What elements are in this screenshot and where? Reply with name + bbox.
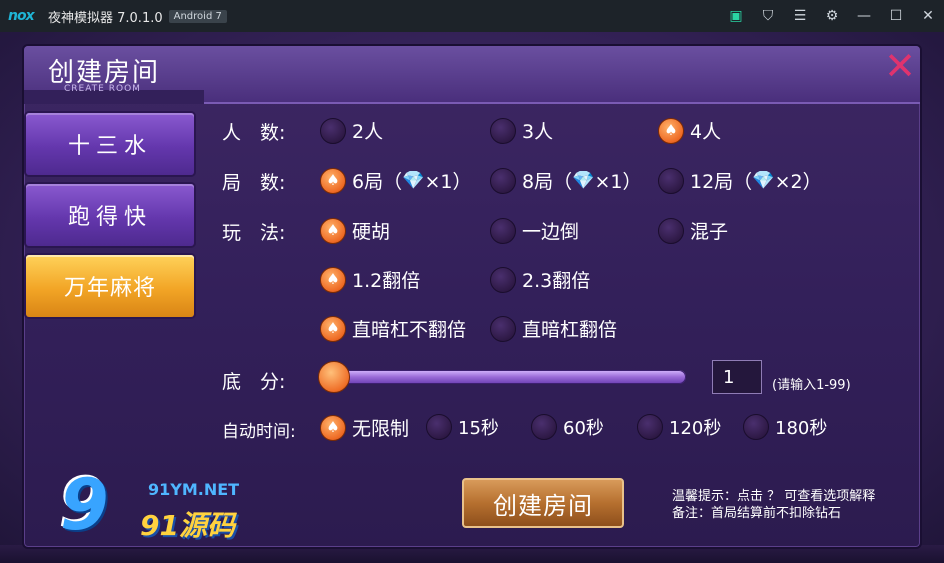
diamond-icon: 💎	[752, 170, 775, 191]
radio-selected-icon	[320, 414, 346, 441]
score-hint: (请输入1-99)	[772, 378, 851, 393]
score-slider-knob[interactable]	[318, 361, 350, 393]
shop-icon[interactable]: ▣	[720, 0, 752, 32]
shirt-icon[interactable]: ⛉	[752, 0, 784, 32]
radio-selected-icon	[320, 315, 346, 342]
rounds-option-12[interactable]: 12局（ 💎 ×2）	[658, 167, 822, 194]
radio-icon	[637, 414, 663, 440]
radio-icon	[320, 117, 346, 144]
maximize-icon[interactable]: ☐	[880, 0, 912, 32]
rounds-label: 局 数:	[222, 172, 286, 194]
window-title: 夜神模拟器 7.0.1.0	[48, 10, 163, 26]
rules-label: 玩 法:	[222, 222, 286, 244]
players-option-4[interactable]: 4人	[658, 117, 721, 144]
emulator-titlebar: nox 夜神模拟器 7.0.1.0 Android 7 ▣ ⛉ ☰ ⚙ — ☐ …	[0, 0, 944, 32]
create-room-button[interactable]: 创建房间	[462, 478, 624, 528]
autotime-option-60[interactable]: 60秒	[531, 414, 604, 440]
rules-option-yibiandao[interactable]: 一边倒	[490, 217, 579, 244]
players-option-2[interactable]: 2人	[320, 117, 383, 144]
rules-option-hunzi[interactable]: 混子	[658, 217, 728, 244]
radio-selected-icon	[658, 117, 684, 144]
radio-icon	[658, 217, 684, 244]
gear-icon[interactable]: ⚙	[816, 0, 848, 32]
radio-icon	[531, 414, 557, 440]
diamond-icon: 💎	[572, 170, 595, 191]
players-label: 人 数:	[222, 122, 286, 144]
autotime-option-15[interactable]: 15秒	[426, 414, 499, 440]
minimize-icon[interactable]: —	[848, 0, 880, 32]
radio-selected-icon	[320, 217, 346, 244]
score-input[interactable]: 1	[712, 360, 762, 394]
autotime-option-120[interactable]: 120秒	[637, 414, 721, 440]
radio-icon	[658, 167, 684, 194]
rounds-option-8[interactable]: 8局（ 💎 ×1）	[490, 167, 642, 194]
radio-icon	[426, 414, 452, 440]
radio-selected-icon	[320, 266, 346, 293]
rules-option-zhiangang-no-double[interactable]: 直暗杠不翻倍	[320, 315, 466, 342]
rules-option-2-3-double[interactable]: 2.3翻倍	[490, 266, 590, 293]
tip-line-2: 备注：首局结算前不扣除钻石	[672, 506, 842, 521]
close-button[interactable]: ✕	[882, 47, 918, 85]
android-version-badge: Android 7	[168, 9, 227, 23]
rounds-option-6[interactable]: 6局（💎×1）	[320, 167, 472, 194]
tab-paodekuai[interactable]: 跑得快	[26, 184, 194, 246]
rules-option-zhiangang-double[interactable]: 直暗杠翻倍	[490, 315, 617, 342]
nox-logo: nox	[8, 8, 35, 24]
tab-shisanshui[interactable]: 十三水	[26, 113, 194, 175]
radio-icon	[490, 117, 516, 144]
watermark-url: 91YM.NET	[148, 480, 240, 499]
rules-option-1-2-double[interactable]: 1.2翻倍	[320, 266, 420, 293]
watermark-cn: 91源码	[140, 509, 235, 542]
titlebar-controls: ▣ ⛉ ☰ ⚙ — ☐ ✕	[720, 0, 944, 32]
autotime-option-unlimited[interactable]: 无限制	[320, 414, 409, 441]
menu-icon[interactable]: ☰	[784, 0, 816, 32]
radio-icon	[490, 315, 516, 342]
radio-icon	[490, 266, 516, 293]
diamond-icon: 💎	[402, 170, 425, 191]
watermark-nine: 9	[60, 464, 109, 546]
autotime-option-180[interactable]: 180秒	[743, 414, 827, 440]
score-label: 底 分:	[222, 371, 286, 393]
rules-option-yinghu[interactable]: 硬胡	[320, 217, 390, 244]
dialog-subtitle: CREATE ROOM	[64, 84, 141, 94]
tab-wannian-majiang[interactable]: 万年麻将	[26, 255, 194, 317]
watermark-logo: 9 91YM.NET 91源码	[56, 470, 256, 544]
score-slider-track[interactable]	[320, 370, 686, 384]
autotime-label: 自动时间:	[222, 422, 296, 442]
players-option-3[interactable]: 3人	[490, 117, 553, 144]
close-icon[interactable]: ✕	[912, 0, 944, 32]
radio-icon	[490, 217, 516, 244]
radio-icon	[490, 167, 516, 194]
radio-selected-icon	[320, 167, 346, 194]
radio-icon	[743, 414, 769, 440]
